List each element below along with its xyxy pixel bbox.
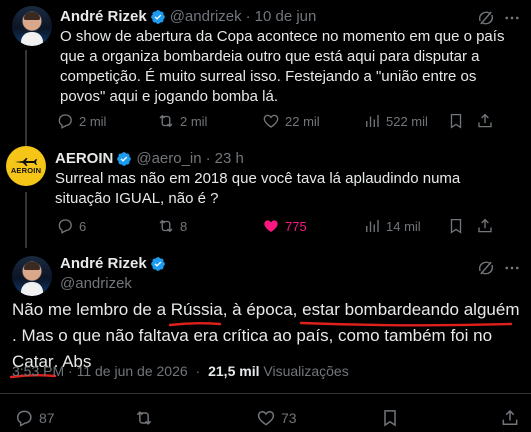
author-handle-row: @andrizek	[60, 274, 132, 294]
author-handle[interactable]: @aero_in	[136, 149, 201, 169]
author-handle[interactable]: @andrizek	[60, 274, 132, 294]
post-meta: 3:53 PM · 11 de jun de 2026 · 21,5 mil V…	[12, 363, 349, 379]
views-button[interactable]: 14 mil	[363, 217, 421, 235]
reply-icon	[58, 219, 72, 234]
reply-count: 2 mil	[79, 113, 107, 129]
like-count: 775	[285, 218, 307, 234]
post-header: AEROIN @aero_in · 23 h	[55, 149, 244, 169]
like-count: 22 mil	[285, 113, 320, 129]
bookmark-icon[interactable]	[380, 408, 400, 428]
views-count: 522 mil	[386, 113, 428, 129]
author-handle[interactable]: @andrizek	[170, 7, 242, 27]
like-button[interactable]: 22 mil	[262, 112, 320, 130]
like-icon	[264, 220, 278, 232]
reply-count: 87	[39, 410, 55, 426]
share-icon[interactable]	[476, 112, 494, 130]
more-icon[interactable]	[503, 259, 521, 277]
post-header: André Rizek @andrizek · 10 de jun	[60, 7, 316, 27]
text-segment: , à época,	[222, 300, 303, 319]
post-text: Surreal mas não em 2018 que você tava lá…	[55, 170, 461, 207]
like-icon	[263, 114, 279, 128]
views-button[interactable]: 522 mil	[363, 112, 428, 130]
repost-count: 8	[180, 218, 188, 234]
separator: ·	[245, 8, 251, 25]
text-segment: estar bombardeando alguém	[302, 300, 520, 319]
text-segment: . Mas o que não faltava era crítica ao p…	[12, 326, 493, 345]
text-segment: Não me lembro de a	[12, 300, 171, 319]
share-icon[interactable]	[476, 217, 494, 235]
views-label: Visualizações	[263, 363, 349, 379]
repost-icon	[136, 411, 152, 425]
underlined-bombardeando: estar bombardeando alguém	[299, 297, 520, 327]
like-icon	[257, 410, 275, 426]
separator: ·	[195, 363, 201, 379]
avatar-logo-text: AEROIN	[10, 165, 42, 175]
like-button[interactable]: 775	[262, 217, 307, 235]
views-icon	[366, 115, 379, 127]
share-icon[interactable]	[500, 408, 520, 428]
red-underline-annotation	[299, 321, 513, 327]
bookmark-icon[interactable]	[447, 112, 465, 130]
views-total: 21,5 mil	[208, 363, 260, 379]
reply-icon	[17, 410, 32, 427]
like-button[interactable]: 73	[256, 408, 297, 428]
views-count: 14 mil	[386, 218, 421, 234]
reply-button[interactable]: 87	[14, 408, 55, 428]
underlined-russia: Rússia	[168, 297, 223, 327]
plane-logo-icon	[15, 157, 37, 166]
repost-button[interactable]: 2 mil	[157, 112, 207, 130]
post-text: O show de abertura da Copa acontece no m…	[60, 28, 505, 105]
thread-line	[25, 192, 27, 248]
verified-icon	[150, 10, 165, 24]
post-header: André Rizek	[60, 254, 170, 274]
verified-icon	[117, 152, 132, 166]
avatar[interactable]	[12, 256, 52, 296]
views-icon	[366, 220, 379, 232]
post-time[interactable]: 23 h	[215, 149, 244, 169]
grok-icon[interactable]	[477, 9, 495, 27]
reply-button[interactable]: 6	[56, 217, 86, 235]
post-timestamp[interactable]: 3:53 PM · 11 de jun de 2026	[12, 363, 188, 379]
repost-button[interactable]: 8	[157, 217, 187, 235]
thread-line	[25, 50, 27, 146]
separator: ·	[205, 150, 211, 167]
post-andre-rizek-original[interactable]: André Rizek @andrizek · 10 de jun O show…	[0, 0, 531, 146]
repost-button[interactable]	[134, 408, 159, 428]
post-aeroin-reply[interactable]: AEROIN AEROIN @aero_in · 23 h Surreal ma…	[0, 142, 531, 248]
reply-icon	[58, 114, 72, 129]
text-segment: Rússia	[170, 300, 223, 319]
more-icon[interactable]	[503, 9, 521, 27]
author-name[interactable]: AEROIN	[55, 149, 113, 169]
like-count: 73	[281, 410, 297, 426]
repost-count: 2 mil	[180, 113, 208, 129]
repost-icon	[159, 219, 173, 233]
divider	[0, 393, 531, 394]
reply-count: 6	[79, 218, 87, 234]
reply-button[interactable]: 2 mil	[56, 112, 106, 130]
author-name[interactable]: André Rizek	[60, 7, 147, 27]
grok-icon[interactable]	[477, 259, 495, 277]
post-main-focused[interactable]: André Rizek @andrizek Não me lembro de a…	[0, 243, 531, 432]
red-underline-annotation	[168, 322, 221, 327]
post-time[interactable]: 10 de jun	[255, 7, 317, 27]
bookmark-icon[interactable]	[447, 217, 465, 235]
avatar[interactable]	[12, 6, 52, 46]
author-name[interactable]: André Rizek	[60, 254, 147, 274]
avatar[interactable]: AEROIN	[6, 146, 46, 186]
verified-icon	[150, 257, 165, 271]
repost-icon	[159, 114, 173, 128]
